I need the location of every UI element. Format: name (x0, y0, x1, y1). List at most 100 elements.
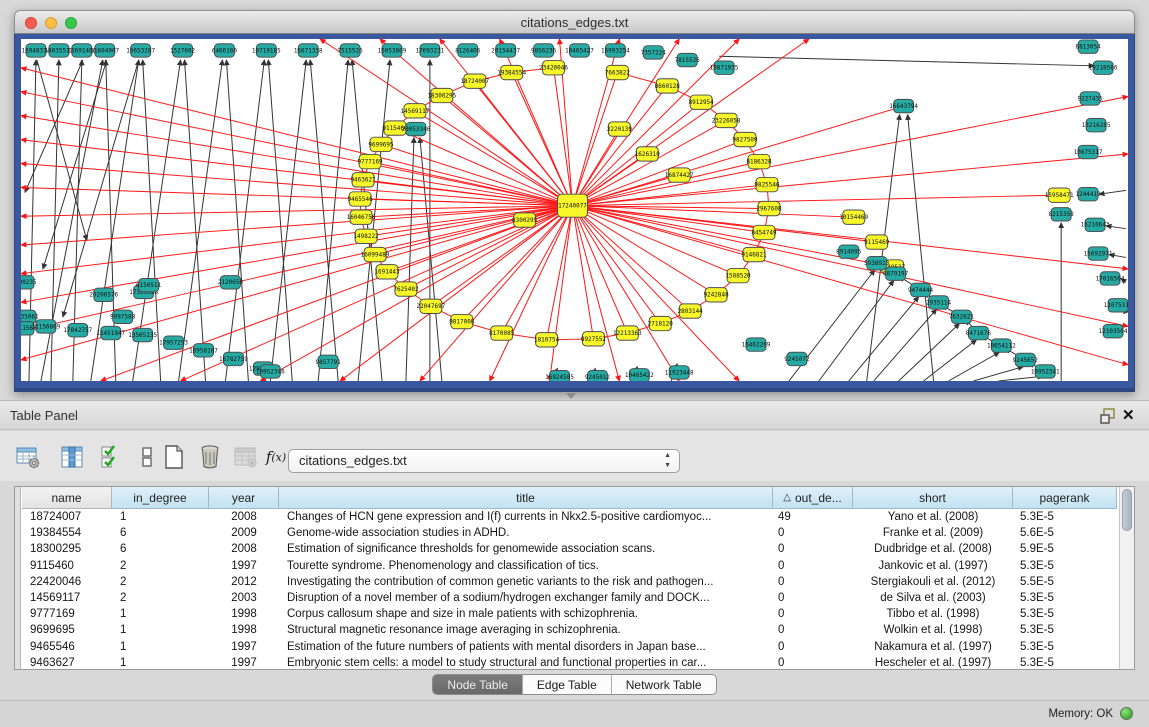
network-node[interactable]: 16643794 (889, 99, 918, 112)
network-node[interactable]: 9245012 (585, 370, 611, 381)
table-cell[interactable]: 9115460 (22, 558, 112, 574)
table-cell[interactable]: 1 (112, 622, 209, 638)
table-cell[interactable]: Tibbo et al. (1998) (853, 606, 1013, 622)
select-all-icon[interactable] (98, 443, 126, 471)
network-node[interactable]: 9474444 (908, 283, 934, 296)
network-node[interactable]: 8170085 (489, 326, 515, 340)
close-panel-icon[interactable]: ✕ (1122, 406, 1135, 424)
network-node[interactable]: 10871935 (710, 61, 739, 74)
table-cell[interactable]: Nakamura et al. (1997) (853, 639, 1013, 655)
network-node[interactable]: 18724007 (460, 74, 489, 88)
network-node[interactable]: 16782759 (219, 352, 248, 365)
table-cell[interactable]: Estimation of significance thresholds fo… (279, 541, 773, 557)
network-node[interactable]: 7632621 (949, 310, 975, 323)
network-node[interactable]: 19218586 (1089, 61, 1118, 74)
network-node[interactable]: 9115469 (864, 235, 890, 249)
table-cell[interactable]: Wolkin et al. (1998) (853, 622, 1013, 638)
table-cell[interactable]: 2012 (209, 574, 279, 590)
network-node[interactable]: 8454749 (751, 225, 777, 239)
table-cell[interactable]: Disruption of a novel member of a sodium… (279, 590, 773, 606)
table-cell[interactable]: Estimation of the future numbers of pati… (279, 639, 773, 655)
network-node[interactable]: 15958471 (1045, 188, 1074, 202)
table-cell[interactable]: 5.3E-5 (1013, 590, 1117, 606)
network-node[interactable]: 10654112 (987, 339, 1016, 352)
table-cell[interactable]: Jankovic et al. (1997) (853, 558, 1013, 574)
table-cell[interactable]: 0 (773, 655, 853, 671)
network-node[interactable]: 9245072 (784, 352, 810, 365)
network-edge[interactable] (550, 206, 573, 381)
network-edge[interactable] (573, 206, 877, 242)
delete-rows-icon[interactable] (196, 443, 224, 471)
network-node[interactable]: 23226058 (712, 113, 741, 127)
network-node[interactable]: 10465427 (565, 44, 594, 57)
network-edge[interactable] (420, 206, 573, 381)
network-edge[interactable] (415, 111, 573, 206)
network-node[interactable]: 8126406 (455, 44, 481, 57)
network-node[interactable]: 1810754 (534, 333, 560, 347)
table-selector-dropdown[interactable]: citations_edges.txt ▲▼ (288, 449, 680, 473)
network-node[interactable]: 16053809 (378, 44, 407, 57)
network-edge[interactable] (573, 206, 739, 276)
network-node[interactable]: 9097588 (110, 310, 136, 323)
network-node[interactable]: 2718120 (648, 316, 674, 330)
table-cell[interactable]: 9463627 (22, 655, 112, 671)
network-edge[interactable] (547, 206, 573, 340)
network-node[interactable]: 10952341 (1031, 365, 1060, 378)
network-node[interactable]: 1090235 (21, 276, 37, 289)
network-edge[interactable] (387, 206, 572, 272)
table-cell[interactable]: 14569117 (22, 590, 112, 606)
table-cell[interactable]: 18724007 (22, 509, 112, 525)
network-node[interactable]: 15692971 (1084, 247, 1113, 260)
network-node[interactable]: 10465422 (625, 369, 654, 381)
table-cell[interactable]: 5.3E-5 (1013, 509, 1117, 525)
table-row[interactable]: 946362711997Embryonic stem cells: a mode… (22, 655, 1117, 671)
tab-network-table[interactable]: Network Table (612, 675, 716, 694)
table-cell[interactable]: 6 (112, 541, 209, 557)
table-cell[interactable]: 0 (773, 622, 853, 638)
table-cell[interactable]: 0 (773, 574, 853, 590)
network-node[interactable]: 11451947 (96, 326, 125, 339)
network-node[interactable]: 11156869 (32, 320, 61, 333)
network-node[interactable]: 12103504 (1099, 324, 1128, 337)
function-builder-icon[interactable]: f(x) (262, 443, 290, 471)
table-cell[interactable]: 0 (773, 639, 853, 655)
table-cell[interactable]: Stergiakouli et al. (2012) (853, 574, 1013, 590)
network-node[interactable]: 9699695 (368, 137, 394, 151)
table-row[interactable]: 946554611997Estimation of the future num… (22, 639, 1117, 655)
network-node[interactable]: 16462209 (742, 338, 771, 351)
network-node[interactable]: 16924505 (545, 370, 574, 381)
show-column-icon[interactable] (58, 443, 86, 471)
tab-node-table[interactable]: Node Table (433, 675, 523, 694)
network-edge[interactable] (849, 297, 919, 381)
network-edge[interactable] (573, 206, 1128, 365)
table-cell[interactable]: Tourette syndrome. Phenomenology and cla… (279, 558, 773, 574)
network-node[interactable]: 1691443 (374, 265, 400, 279)
table-cell[interactable]: 2 (112, 574, 209, 590)
network-node[interactable]: 9857791 (316, 355, 342, 368)
network-node[interactable]: 7625402 (393, 282, 419, 296)
network-node[interactable]: 8215358 (1049, 208, 1075, 221)
network-edge[interactable] (381, 144, 572, 205)
network-node[interactable]: 20206576 (89, 288, 118, 301)
network-edge[interactable] (406, 138, 414, 381)
network-node[interactable]: 8927552 (581, 332, 607, 346)
network-node[interactable]: 1498222 (353, 229, 379, 243)
table-cell[interactable]: Hescheler et al. (1997) (853, 655, 1013, 671)
network-node[interactable]: 9242848 (704, 288, 730, 302)
tab-edge-table[interactable]: Edge Table (523, 675, 612, 694)
scrollbar-thumb[interactable] (1122, 489, 1132, 531)
table-cell[interactable]: 5.3E-5 (1013, 622, 1117, 638)
table-cell[interactable]: Investigating the contribution of common… (279, 574, 773, 590)
table-cell[interactable]: 1 (112, 639, 209, 655)
table-cell[interactable]: 0 (773, 558, 853, 574)
network-node[interactable]: 5938923 (864, 256, 890, 269)
network-node[interactable]: 7815526 (675, 53, 701, 66)
network-edge[interactable] (185, 60, 206, 381)
float-panel-icon[interactable] (1100, 408, 1116, 424)
table-row[interactable]: 1938455462009Genome-wide association stu… (22, 525, 1117, 541)
network-node[interactable]: 6879197 (883, 267, 909, 280)
table-cell[interactable]: Embryonic stem cells: a model to study s… (279, 655, 773, 671)
network-node[interactable]: 9227435 (1078, 92, 1104, 105)
network-node[interactable]: 22047697 (416, 299, 445, 313)
network-edge[interactable] (573, 120, 727, 205)
